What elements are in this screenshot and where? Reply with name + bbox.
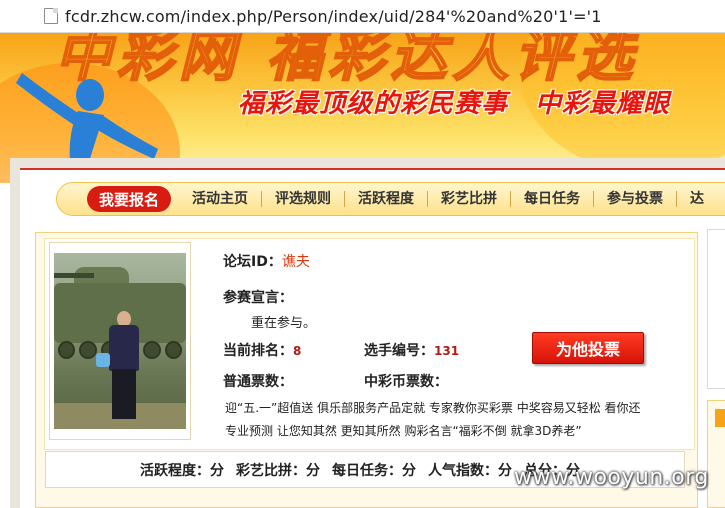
stat-daily: 每日任务：分: [332, 462, 416, 479]
declaration-label: 参赛宣言：: [223, 290, 293, 306]
coin-votes-label: 中彩币票数：: [364, 374, 448, 390]
ad-line-1[interactable]: 迎“五.一”超值送 俱乐部服务产品定就 专家教你买彩票 中奖容易又轻松 看你还: [225, 399, 641, 416]
contestant-photo: [54, 253, 186, 429]
register-button[interactable]: 我要报名: [87, 186, 172, 212]
player-no-label: 选手编号：: [364, 343, 434, 359]
nav-item-more[interactable]: 达: [677, 191, 717, 207]
nav-item-rules[interactable]: 评选规则: [262, 191, 346, 207]
url-text[interactable]: fcdr.zhcw.com/index.php/Person/index/uid…: [65, 7, 602, 26]
nav-item-art[interactable]: 彩艺比拼: [428, 191, 512, 207]
stat-popularity: 人气指数：分: [428, 462, 512, 479]
ad-line-2[interactable]: 专业预测 让您知其然 更知其所然 购彩名言“福彩不倒 就拿3D养老”: [225, 422, 582, 439]
rank-label: 当前排名：: [223, 343, 293, 359]
watermark: www.wooyun.org: [514, 465, 709, 490]
nav-item-daily[interactable]: 每日任务: [511, 191, 595, 207]
declaration-text: 重在参与。: [251, 316, 317, 331]
stat-art: 彩艺比拼：分: [236, 462, 320, 479]
nav-item-vote[interactable]: 参与投票: [594, 191, 678, 207]
main-nav: 我要报名 活动主页 评选规则 活跃程度 彩艺比拼 每日任务 参与投票 达: [56, 182, 725, 216]
forum-id-value[interactable]: 谯夫: [282, 254, 310, 270]
normal-votes-label: 普通票数：: [223, 374, 293, 390]
nav-item-home[interactable]: 活动主页: [179, 191, 263, 207]
vote-button[interactable]: 为他投票: [532, 332, 644, 364]
player-no-row: 选手编号：131: [364, 340, 459, 360]
side-box: [707, 229, 725, 389]
player-no-value: 131: [434, 344, 460, 358]
banner-slogan: 福彩最顶级的彩民赛事 中彩最耀眼: [238, 89, 671, 119]
forum-id-label: 论坛ID：: [223, 254, 282, 270]
rank-value: 8: [293, 344, 302, 358]
nav-item-activity[interactable]: 活跃程度: [345, 191, 429, 207]
forum-id-row: 论坛ID：谯夫: [223, 251, 310, 271]
page-icon: [44, 8, 58, 24]
side-box-2: [707, 400, 725, 508]
rank-row: 当前排名：8: [223, 340, 301, 360]
stat-activity: 活跃程度：分: [140, 462, 224, 479]
address-bar[interactable]: fcdr.zhcw.com/index.php/Person/index/uid…: [0, 0, 725, 33]
